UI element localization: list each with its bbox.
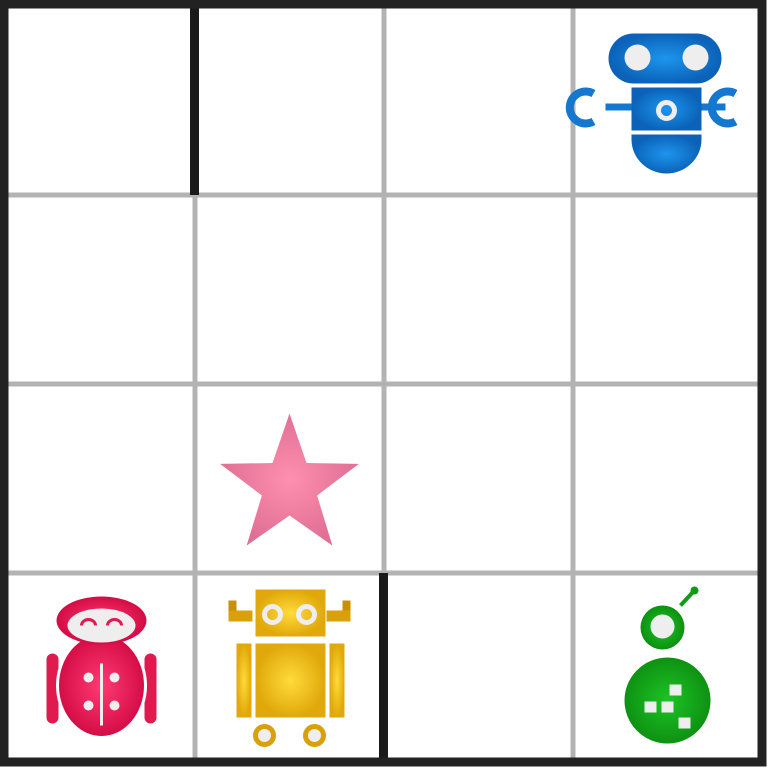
wall [190, 8, 199, 195]
game-board [0, 0, 768, 768]
wall [379, 573, 388, 758]
